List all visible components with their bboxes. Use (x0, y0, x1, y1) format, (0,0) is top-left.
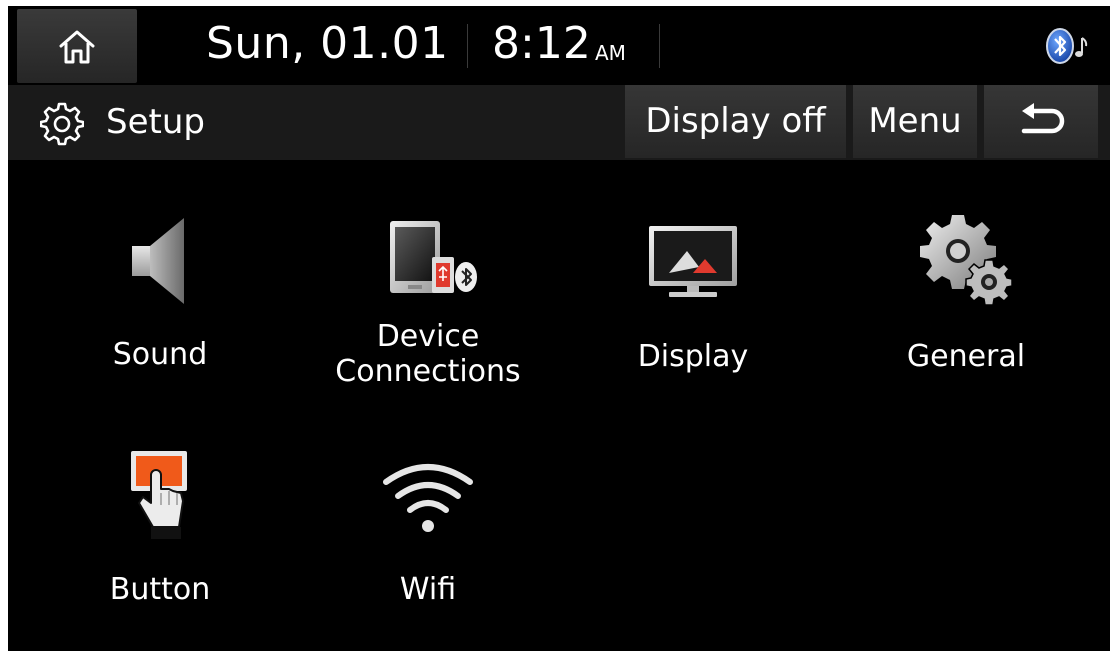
time-display: 8:12 (492, 18, 591, 69)
gear-icon (40, 102, 84, 146)
monitor-icon (649, 226, 737, 297)
meridiem-display: AM (595, 41, 626, 65)
menu-item-display[interactable]: Display (578, 211, 808, 411)
home-button[interactable] (17, 9, 137, 83)
gears-icon (920, 215, 1013, 306)
button-press-icon (131, 451, 187, 539)
divider (467, 24, 468, 68)
status-bar: Sun, 01.01 8:12 AM (8, 6, 1110, 85)
menu-item-general[interactable]: General (851, 211, 1081, 411)
label-line: Connections (335, 354, 521, 389)
menu-item-label: Device Connections (313, 319, 543, 389)
menu-item-label: Wifi (399, 572, 457, 607)
menu-item-label: General (906, 339, 1026, 374)
home-icon (59, 30, 95, 64)
menu-item-device-connections[interactable]: Device Connections (313, 211, 543, 411)
wifi-icon (383, 464, 473, 532)
divider (659, 24, 660, 68)
screen: Sun, 01.01 8:12 AM Setup Display off Men… (8, 6, 1110, 651)
menu-item-wifi[interactable]: Wifi (313, 446, 543, 646)
menu-item-label: Sound (112, 337, 208, 372)
label-line: Device (376, 319, 480, 354)
title-bar: Setup Display off Menu (8, 85, 1110, 160)
page-title: Setup (106, 102, 205, 142)
back-button[interactable] (984, 85, 1098, 158)
menu-item-sound[interactable]: Sound (45, 211, 275, 411)
display-off-button[interactable]: Display off (625, 85, 846, 158)
device-connections-icon (390, 221, 477, 293)
back-arrow-icon (1021, 103, 1065, 134)
menu-button[interactable]: Menu (853, 85, 977, 158)
speaker-icon (132, 218, 184, 304)
date-display: Sun, 01.01 (206, 18, 449, 69)
menu-item-label: Display (637, 339, 749, 374)
menu-item-label: Button (109, 572, 211, 607)
bluetooth-audio-icon (1046, 28, 1088, 64)
menu-item-button[interactable]: Button (45, 446, 275, 646)
